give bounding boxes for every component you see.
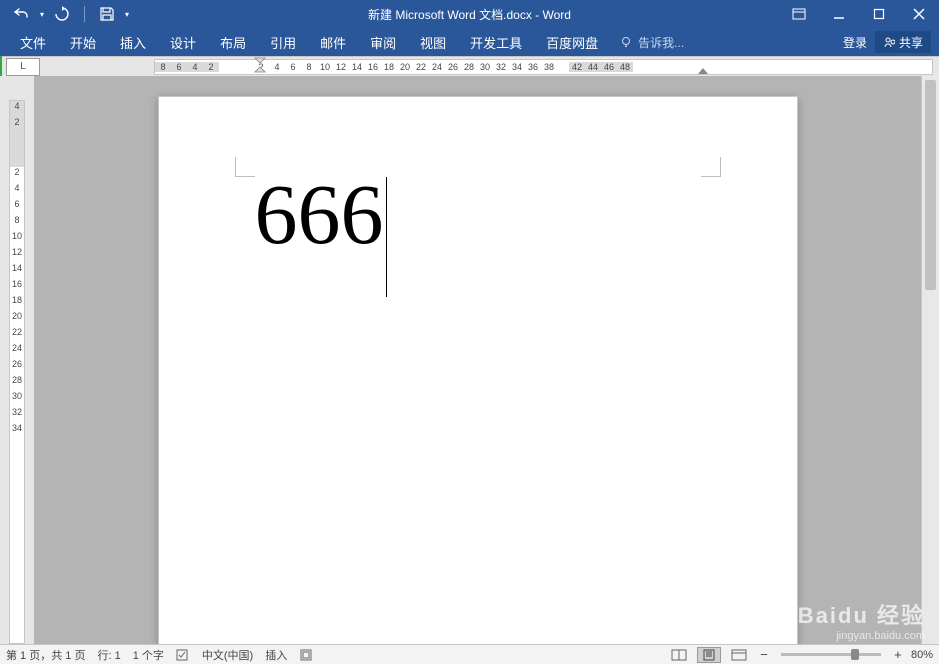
document-area[interactable]: 666 bbox=[34, 76, 921, 644]
indent-marker[interactable] bbox=[254, 57, 266, 73]
tab-review[interactable]: 审阅 bbox=[358, 28, 408, 56]
dropdown-icon[interactable]: ▾ bbox=[125, 10, 129, 19]
close-button[interactable] bbox=[899, 0, 939, 28]
title-bar: ▾ ▾ 新建 Microsoft Word 文档.docx - Word bbox=[0, 0, 939, 28]
redo-button[interactable] bbox=[48, 2, 76, 26]
tell-me-text: 告诉我... bbox=[638, 34, 684, 51]
status-proofing[interactable] bbox=[176, 648, 190, 662]
status-words[interactable]: 1 个字 bbox=[133, 647, 164, 663]
ribbon-tabs: 文件 开始 插入 设计 布局 引用 邮件 审阅 视图 开发工具 百度网盘 告诉我… bbox=[0, 28, 939, 56]
minimize-button[interactable] bbox=[819, 0, 859, 28]
tab-selector[interactable]: L bbox=[6, 58, 40, 76]
status-language[interactable]: 中文(中国) bbox=[202, 647, 253, 663]
vertical-ruler[interactable]: 4 2 2 4 6 8 10 12 14 16 18 20 22 24 26 2… bbox=[0, 76, 34, 644]
view-read-mode[interactable] bbox=[667, 647, 691, 663]
tab-insert[interactable]: 插入 bbox=[108, 28, 158, 56]
document-text[interactable]: 666 bbox=[255, 167, 384, 262]
zoom-out-button[interactable]: − bbox=[757, 647, 771, 662]
zoom-slider-thumb[interactable] bbox=[851, 649, 859, 660]
status-line[interactable]: 行: 1 bbox=[97, 647, 120, 663]
zoom-slider[interactable] bbox=[781, 653, 881, 656]
quick-access-toolbar: ▾ ▾ bbox=[0, 2, 129, 26]
page[interactable]: 666 bbox=[158, 96, 798, 644]
vertical-scrollbar[interactable] bbox=[921, 76, 939, 644]
horizontal-ruler[interactable]: 8 6 4 2 2 4 6 8 10 12 14 16 18 20 22 24 … bbox=[154, 59, 933, 75]
tab-file[interactable]: 文件 bbox=[8, 28, 58, 56]
view-print-layout[interactable] bbox=[697, 647, 721, 663]
horizontal-ruler-area: L 8 6 4 2 2 4 6 8 10 12 14 16 18 20 22 2… bbox=[0, 56, 939, 76]
margin-corner-icon bbox=[701, 157, 721, 177]
tell-me-search[interactable]: 告诉我... bbox=[610, 34, 694, 51]
login-link[interactable]: 登录 bbox=[843, 34, 867, 51]
right-indent-marker[interactable] bbox=[698, 68, 708, 74]
status-bar: 第 1 页，共 1 页 行: 1 1 个字 中文(中国) 插入 − + 80% bbox=[0, 644, 939, 664]
status-page[interactable]: 第 1 页，共 1 页 bbox=[6, 647, 85, 663]
zoom-level[interactable]: 80% bbox=[911, 649, 933, 661]
tab-home[interactable]: 开始 bbox=[58, 28, 108, 56]
status-macro-icon[interactable] bbox=[299, 648, 313, 662]
undo-button[interactable] bbox=[8, 2, 36, 26]
text-cursor bbox=[386, 177, 388, 297]
margin-corner-icon bbox=[235, 157, 255, 177]
tab-view[interactable]: 视图 bbox=[408, 28, 458, 56]
maximize-button[interactable] bbox=[859, 0, 899, 28]
tab-layout[interactable]: 布局 bbox=[208, 28, 258, 56]
view-web-layout[interactable] bbox=[727, 647, 751, 663]
share-label: 共享 bbox=[899, 34, 923, 51]
zoom-in-button[interactable]: + bbox=[891, 647, 905, 662]
share-button[interactable]: 共享 bbox=[875, 31, 931, 53]
workspace: 4 2 2 4 6 8 10 12 14 16 18 20 22 24 26 2… bbox=[0, 76, 939, 644]
save-button[interactable] bbox=[93, 2, 121, 26]
tab-design[interactable]: 设计 bbox=[158, 28, 208, 56]
dropdown-icon[interactable]: ▾ bbox=[40, 10, 44, 19]
tab-mail[interactable]: 邮件 bbox=[308, 28, 358, 56]
share-icon bbox=[883, 36, 895, 48]
scrollbar-thumb[interactable] bbox=[925, 80, 936, 290]
lightbulb-icon bbox=[620, 36, 632, 48]
tab-baidu[interactable]: 百度网盘 bbox=[534, 28, 610, 56]
status-insert[interactable]: 插入 bbox=[265, 647, 287, 663]
tab-dev[interactable]: 开发工具 bbox=[458, 28, 534, 56]
ribbon-display-button[interactable] bbox=[779, 0, 819, 28]
tab-references[interactable]: 引用 bbox=[258, 28, 308, 56]
